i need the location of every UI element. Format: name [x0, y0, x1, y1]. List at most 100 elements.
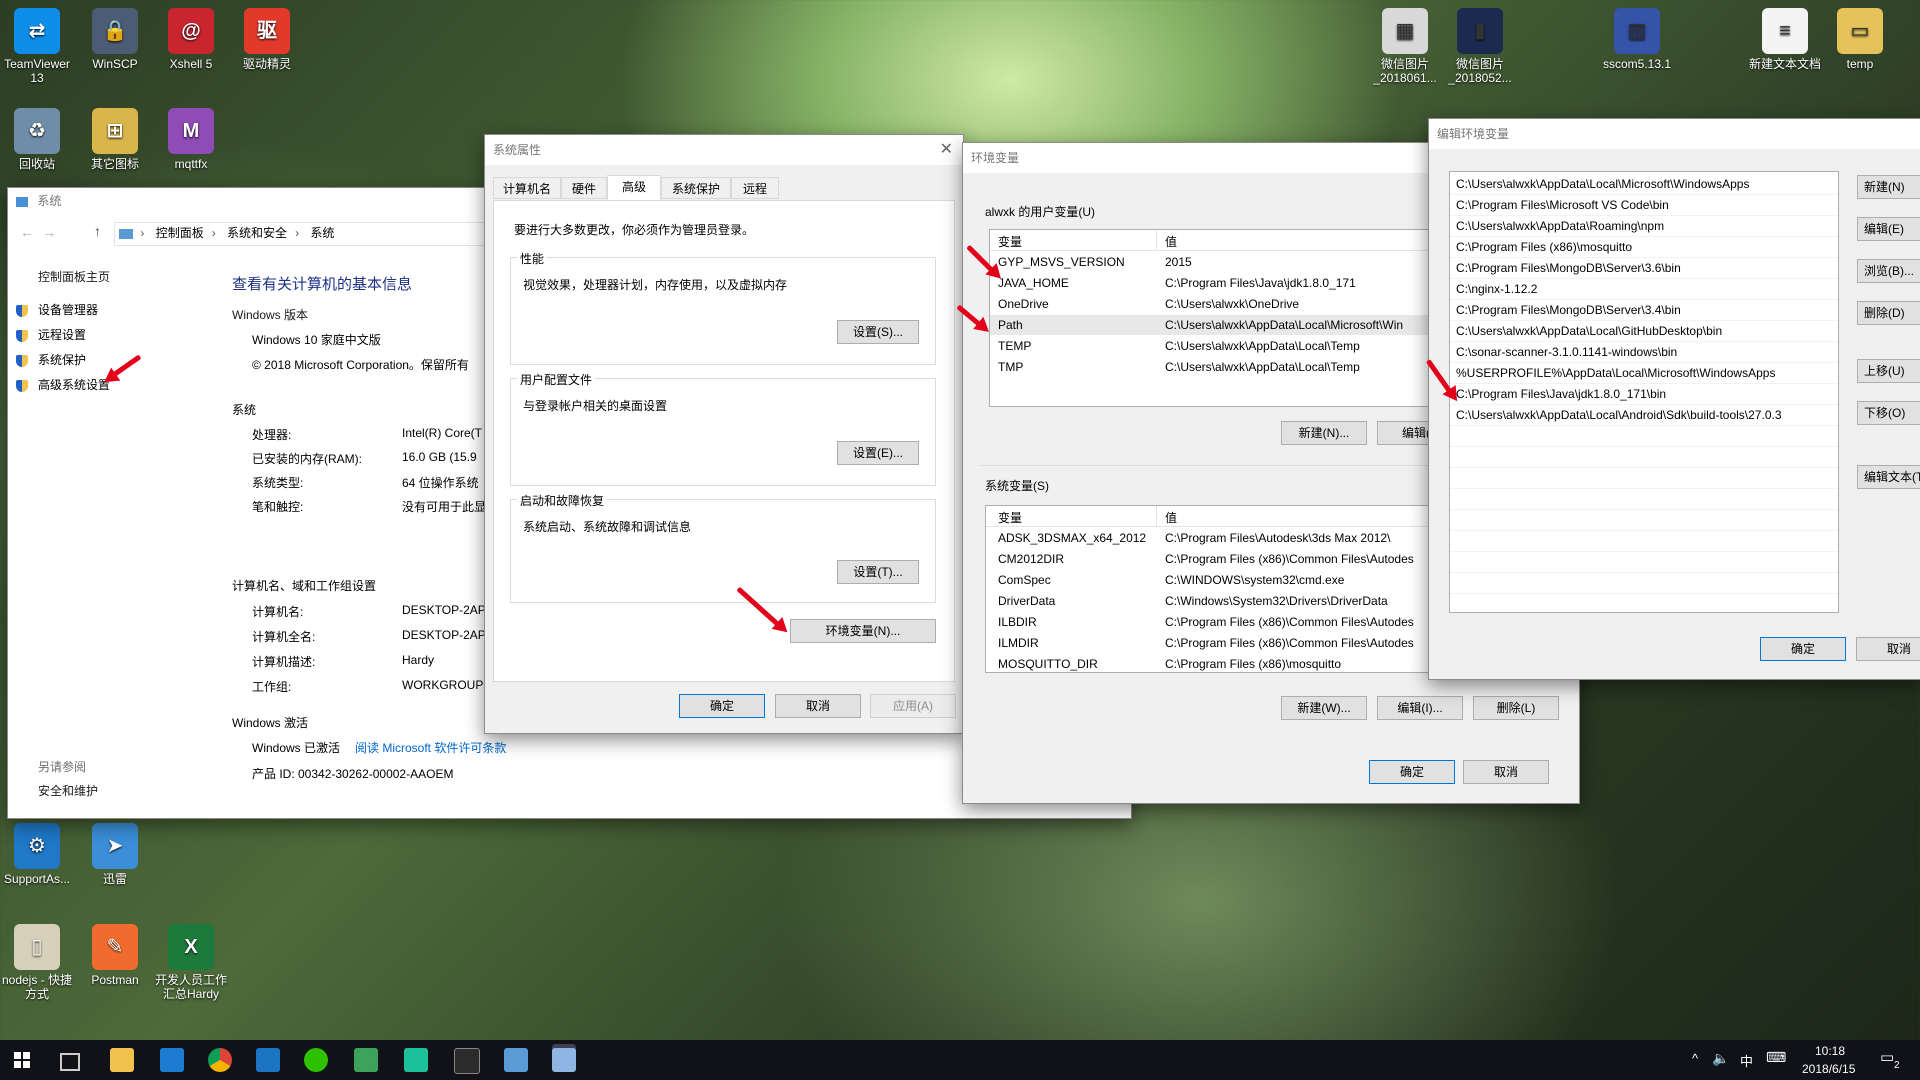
environment-variables-button[interactable]: 环境变量(N)... [790, 619, 936, 643]
path-list[interactable]: C:\Users\alwxk\AppData\Local\Microsoft\W… [1449, 171, 1839, 613]
desktop-icon[interactable]: ➤ 迅雷 [78, 823, 152, 886]
ime-indicator[interactable]: 中 [1740, 1051, 1753, 1070]
column-header-variable[interactable]: 变量 [998, 233, 1022, 250]
chevron-up-icon[interactable]: ^ [1692, 1051, 1698, 1066]
up-icon[interactable]: ↑ [94, 223, 101, 239]
sidebar-item[interactable]: 系统保护 [16, 351, 86, 368]
control-panel-home-link[interactable]: 控制面板主页 [38, 268, 110, 285]
edit-action-button[interactable]: 新建(N) [1857, 175, 1920, 199]
list-item[interactable]: C:\Program Files\MongoDB\Server\3.6\bin [1450, 258, 1838, 279]
desktop-icon[interactable]: ⚙ SupportAs... [0, 823, 74, 886]
control-panel-icon[interactable] [504, 1048, 528, 1072]
desktop-icon[interactable]: ▭ temp [1823, 8, 1897, 71]
list-item[interactable]: %USERPROFILE%\AppData\Local\Microsoft\Wi… [1450, 363, 1838, 384]
system-edit-button[interactable]: 编辑(I)... [1377, 696, 1463, 720]
profile-settings-button[interactable]: 设置(E)... [837, 441, 919, 465]
edit-action-button[interactable]: 编辑(E) [1857, 217, 1920, 241]
cancel-button[interactable]: 取消 [775, 694, 861, 718]
desktop-icon[interactable]: ⇄ TeamViewer 13 [0, 8, 74, 85]
column-header-variable[interactable]: 变量 [998, 509, 1022, 526]
startup-settings-button[interactable]: 设置(T)... [837, 560, 919, 584]
desktop-icon[interactable]: ▯ nodejs - 快捷方式 [0, 924, 74, 1001]
apply-button[interactable]: 应用(A) [870, 694, 956, 718]
desktop-icon[interactable]: 驱驱动精灵 [230, 8, 304, 71]
terminal-icon[interactable] [454, 1048, 480, 1074]
tab[interactable]: 硬件 [561, 177, 607, 199]
list-item[interactable]: C:\Program Files (x86)\mosquitto [1450, 237, 1838, 258]
app-icon[interactable] [354, 1048, 378, 1072]
desktop-icon-image: ⚙ [14, 823, 60, 869]
variable-value: C:\Program Files (x86)\mosquitto [1165, 657, 1342, 671]
edit-action-button[interactable]: 编辑文本(T [1857, 465, 1920, 489]
keyboard-icon[interactable]: ⌨ [1766, 1049, 1786, 1066]
desktop-icon[interactable]: ⊞ 其它图标 [78, 108, 152, 171]
system-delete-button[interactable]: 删除(L) [1473, 696, 1559, 720]
list-item[interactable]: C:\Users\alwxk\AppData\Local\Microsoft\W… [1450, 174, 1838, 195]
clock-time[interactable]: 10:18 [1815, 1044, 1845, 1058]
desktop-icon[interactable]: ♻ 回收站 [0, 108, 74, 171]
user-new-button[interactable]: 新建(N)... [1281, 421, 1367, 445]
list-item[interactable]: C:\Program Files\MongoDB\Server\3.4\bin [1450, 300, 1838, 321]
list-item[interactable]: C:\Users\alwxk\AppData\Local\GitHubDeskt… [1450, 321, 1838, 342]
webstorm-icon[interactable] [404, 1048, 428, 1072]
clock-date[interactable]: 2018/6/15 [1802, 1062, 1855, 1076]
cancel-button[interactable]: 取消 [1856, 637, 1920, 661]
column-header-value[interactable]: 值 [1165, 509, 1177, 526]
edit-action-button[interactable]: 上移(U) [1857, 359, 1920, 383]
forward-icon[interactable]: → [42, 224, 56, 240]
performance-settings-button[interactable]: 设置(S)... [837, 320, 919, 344]
volume-icon[interactable]: 🔈 [1712, 1050, 1729, 1067]
breadcrumb-item[interactable]: 系统 [310, 226, 334, 240]
sidebar-item[interactable]: 高级系统设置 [16, 376, 110, 393]
desktop-icon[interactable]: ▦ 微信图片_2018061... [1368, 8, 1442, 85]
desktop-icon[interactable]: ✎ Postman [78, 924, 152, 987]
list-item[interactable]: C:\nginx-1.12.2 [1450, 279, 1838, 300]
system-new-button[interactable]: 新建(W)... [1281, 696, 1367, 720]
desktop-icon[interactable]: ≡ 新建文本文档 [1748, 8, 1822, 71]
file-explorer-icon[interactable] [110, 1048, 134, 1072]
store-icon[interactable] [160, 1048, 184, 1072]
wechat-icon[interactable] [304, 1048, 328, 1072]
tab[interactable]: 远程 [731, 177, 779, 199]
sidebar-item[interactable]: 设备管理器 [16, 301, 98, 318]
cancel-button[interactable]: 取消 [1463, 760, 1549, 784]
desktop-icon[interactable]: ▥ sscom5.13.1 [1600, 8, 1674, 71]
security-maintenance-link[interactable]: 安全和维护 [38, 782, 98, 799]
back-icon[interactable]: ← [20, 224, 34, 240]
desktop-icon-image: 🔒 [92, 8, 138, 54]
task-view-icon[interactable] [60, 1053, 80, 1071]
system-properties-icon[interactable] [552, 1048, 576, 1072]
sidebar-item[interactable]: 远程设置 [16, 326, 86, 343]
edit-action-button[interactable]: 删除(D) [1857, 301, 1920, 325]
list-item[interactable]: C:\Users\alwxk\AppData\Roaming\npm [1450, 216, 1838, 237]
tab[interactable]: 计算机名 [493, 177, 561, 199]
tab[interactable]: 高级 [607, 175, 661, 200]
desktop-icon[interactable]: Mmqttfx [154, 108, 228, 171]
breadcrumb-item[interactable]: 系统和安全 [227, 226, 287, 240]
variable-value: C:\Program Files (x86)\Common Files\Auto… [1165, 615, 1414, 629]
ok-button[interactable]: 确定 [679, 694, 765, 718]
list-item[interactable]: C:\Users\alwxk\AppData\Local\Android\Sdk… [1450, 405, 1838, 426]
variable-value: C:\Program Files\Autodesk\3ds Max 2012\ [1165, 531, 1391, 545]
vscode-icon[interactable] [256, 1048, 280, 1072]
list-item[interactable]: C:\sonar-scanner-3.1.0.1141-windows\bin [1450, 342, 1838, 363]
desktop-icon[interactable]: X 开发人员工作汇总Hardy [154, 924, 228, 1001]
desktop-icon[interactable]: 🔒 WinSCP [78, 8, 152, 71]
ok-button[interactable]: 确定 [1369, 760, 1455, 784]
column-header-value[interactable]: 值 [1165, 233, 1177, 250]
chrome-icon[interactable] [208, 1048, 232, 1072]
tab[interactable]: 系统保护 [661, 177, 731, 199]
edit-action-button[interactable]: 浏览(B)... [1857, 259, 1920, 283]
computer-info-value: Hardy [402, 653, 435, 667]
list-item[interactable]: C:\Program Files\Microsoft VS Code\bin [1450, 195, 1838, 216]
notification-icon[interactable]: ▭ [1880, 1048, 1894, 1066]
breadcrumb-item[interactable]: 控制面板 [156, 226, 204, 240]
windows-start-icon[interactable] [14, 1052, 30, 1068]
license-link[interactable]: 阅读 Microsoft 软件许可条款 [355, 739, 506, 756]
edit-action-button[interactable]: 下移(O) [1857, 401, 1920, 425]
desktop-icon[interactable]: @ Xshell 5 [154, 8, 228, 71]
close-icon[interactable]: ✕ [940, 135, 953, 165]
desktop-icon[interactable]: ▮ 微信图片_2018052... [1443, 8, 1517, 85]
list-item[interactable]: C:\Program Files\Java\jdk1.8.0_171\bin [1450, 384, 1838, 405]
ok-button[interactable]: 确定 [1760, 637, 1846, 661]
